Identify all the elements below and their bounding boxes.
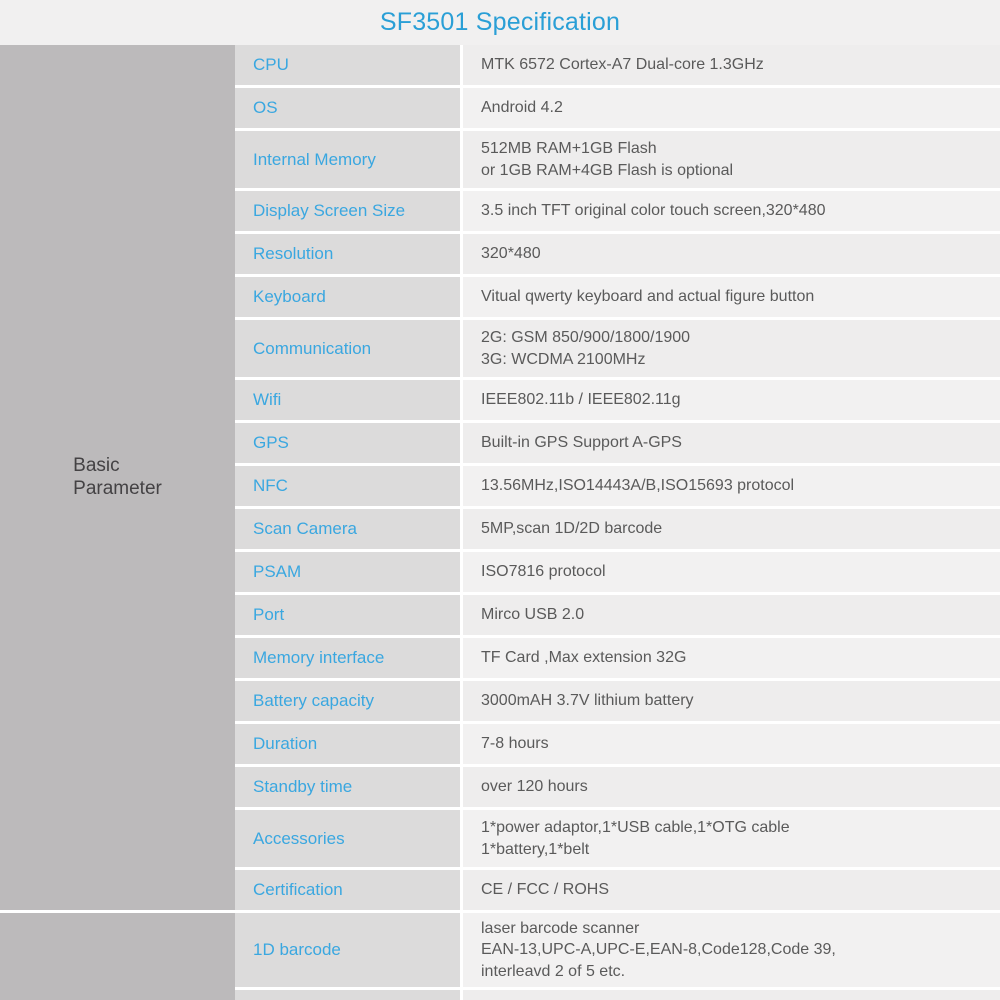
spec-key: Scan Camera: [235, 509, 463, 549]
section-rows: 1D barcode laser barcode scanner EAN-13,U…: [235, 913, 1000, 1000]
spec-key: GPS: [235, 423, 463, 463]
spec-value: ISO7816 protocol: [463, 552, 1000, 592]
spec-key: Communication: [235, 320, 463, 377]
spec-value: 7-8 hours: [463, 724, 1000, 764]
spec-key: NFC: [235, 466, 463, 506]
table-row: Resolution 320*480: [235, 234, 1000, 277]
spec-key: Resolution: [235, 234, 463, 274]
spec-value: 3.5 inch TFT original color touch screen…: [463, 191, 1000, 231]
spec-key: Standby time: [235, 767, 463, 807]
table-row: Wifi IEEE802.11b / IEEE802.11g: [235, 380, 1000, 423]
page-title: SF3501 Specification: [379, 8, 621, 36]
table-row: Memory interface TF Card ,Max extension 3…: [235, 638, 1000, 681]
table-row: NFC 13.56MHz,ISO14443A/B,ISO15693 protoco…: [235, 466, 1000, 509]
table-row: Display Screen Size 3.5 inch TFT original…: [235, 191, 1000, 234]
section-category-cell: Optional: [0, 913, 235, 1000]
spec-key: OS: [235, 88, 463, 128]
table-row: Keyboard Vitual qwerty keyboard and actua…: [235, 277, 1000, 320]
table-row: 1D barcode laser barcode scanner EAN-13,U…: [235, 913, 1000, 990]
spec-key: Accessories: [235, 810, 463, 867]
table-row: 2D barcodePDF417,EAN-13,UPC-A,UPC-E,EAN-…: [235, 990, 1000, 1000]
spec-key: Duration: [235, 724, 463, 764]
table-row: OS Android 4.2: [235, 88, 1000, 131]
spec-key: Memory interface: [235, 638, 463, 678]
spec-value: MTK 6572 Cortex-A7 Dual-core 1.3GHz: [463, 45, 1000, 85]
table-row: PSAM ISO7816 protocol: [235, 552, 1000, 595]
spec-value: Built-in GPS Support A-GPS: [463, 423, 1000, 463]
section-category-label: Basic Parameter: [73, 455, 162, 499]
spec-value: 1*power adaptor,1*USB cable,1*OTG cable …: [463, 810, 1000, 867]
table-row: Certification CE / FCC / ROHS: [235, 870, 1000, 910]
spec-value: 3000mAH 3.7V lithium battery: [463, 681, 1000, 721]
spec-section: Optional1D barcodelaser barcode scanner …: [0, 910, 1000, 1000]
spec-key: Certification: [235, 870, 463, 910]
spec-value: PDF417,EAN-13,UPC-A,UPC-E,EAN-8,Code128 …: [463, 990, 1000, 1000]
spec-value: CE / FCC / ROHS: [463, 870, 1000, 910]
spec-key: CPU: [235, 45, 463, 85]
spec-key: 1D barcode: [235, 913, 463, 987]
table-row: Communication 2G: GSM 850/900/1800/1900 3…: [235, 320, 1000, 380]
spec-key: Port: [235, 595, 463, 635]
spec-value: IEEE802.11b / IEEE802.11g: [463, 380, 1000, 420]
spec-value: laser barcode scanner EAN-13,UPC-A,UPC-E…: [463, 913, 1000, 987]
spec-value: TF Card ,Max extension 32G: [463, 638, 1000, 678]
spec-key: 2D barcode: [235, 990, 463, 1000]
spec-key: Wifi: [235, 380, 463, 420]
spec-key: Battery capacity: [235, 681, 463, 721]
page-header: SF3501 Specification: [0, 0, 1000, 45]
section-rows: CPU MTK 6572 Cortex-A7 Dual-core 1.3GHz OS…: [235, 45, 1000, 910]
spec-section: Basic Parameter CPU MTK 6572 Cortex-A7 Dua…: [0, 45, 1000, 910]
spec-value: Mirco USB 2.0: [463, 595, 1000, 635]
table-row: Internal Memory 512MB RAM+1GB Flash or 1G…: [235, 131, 1000, 191]
spec-value: Android 4.2: [463, 88, 1000, 128]
section-category-cell: Basic Parameter: [0, 45, 235, 910]
spec-value: over 120 hours: [463, 767, 1000, 807]
table-row: Scan Camera 5MP,scan 1D/2D barcode: [235, 509, 1000, 552]
spec-value: 5MP,scan 1D/2D barcode: [463, 509, 1000, 549]
table-row: Duration 7-8 hours: [235, 724, 1000, 767]
spec-value: 13.56MHz,ISO14443A/B,ISO15693 protocol: [463, 466, 1000, 506]
table-row: Battery capacity 3000mAH 3.7V lithium bat…: [235, 681, 1000, 724]
table-row: GPS Built-in GPS Support A-GPS: [235, 423, 1000, 466]
table-row: Port Mirco USB 2.0: [235, 595, 1000, 638]
spec-value: Vitual qwerty keyboard and actual figure…: [463, 277, 1000, 317]
table-row: Accessories 1*power adaptor,1*USB cable,1…: [235, 810, 1000, 870]
spec-key: Internal Memory: [235, 131, 463, 188]
spec-key: PSAM: [235, 552, 463, 592]
spec-value: 320*480: [463, 234, 1000, 274]
specification-page: SF3501 Specification Basic Parameter CPU M…: [0, 0, 1000, 1000]
table-row: CPU MTK 6572 Cortex-A7 Dual-core 1.3GHz: [235, 45, 1000, 88]
spec-value: 512MB RAM+1GB Flash or 1GB RAM+4GB Flash…: [463, 131, 1000, 188]
specification-table: Basic Parameter CPU MTK 6572 Cortex-A7 Dua…: [0, 45, 1000, 1000]
spec-value: 2G: GSM 850/900/1800/1900 3G: WCDMA 2100…: [463, 320, 1000, 377]
spec-key: Keyboard: [235, 277, 463, 317]
table-row: Standby time over 120 hours: [235, 767, 1000, 810]
spec-key: Display Screen Size: [235, 191, 463, 231]
